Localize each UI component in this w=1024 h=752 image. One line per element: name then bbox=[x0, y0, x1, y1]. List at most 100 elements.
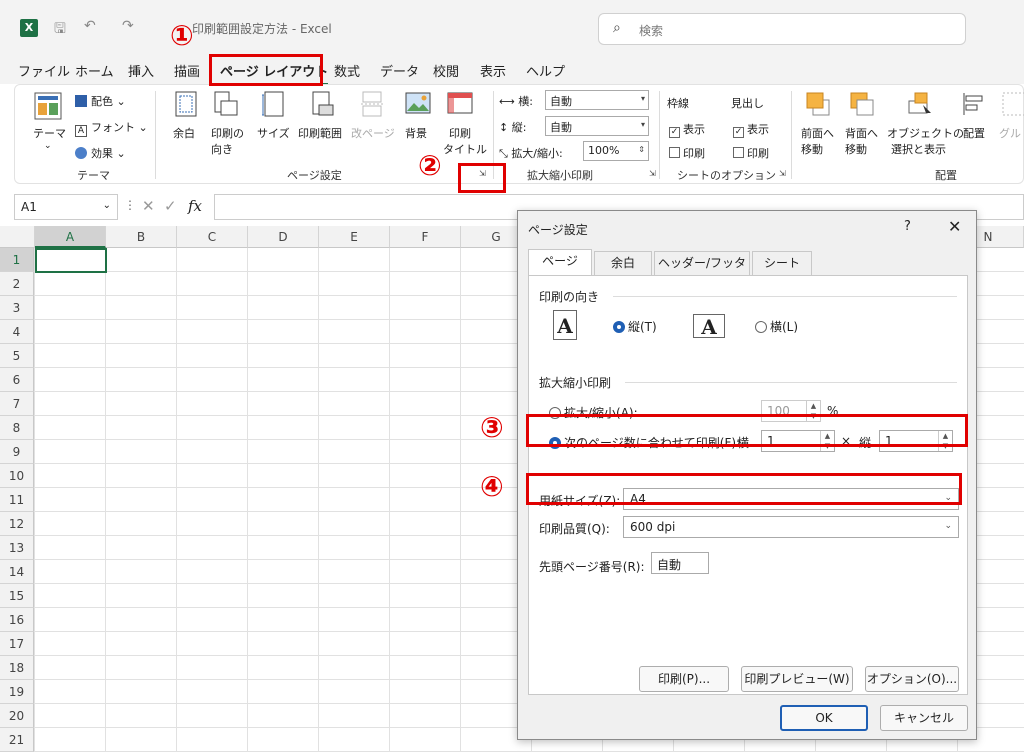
annotation-box-page-layout bbox=[209, 54, 323, 86]
print-preview-button[interactable]: 印刷プレビュー(W) bbox=[741, 666, 853, 692]
tab-view[interactable]: 表示 bbox=[480, 61, 506, 80]
undo-icon[interactable]: ↶ bbox=[84, 18, 96, 34]
row-header[interactable]: 1 bbox=[0, 248, 34, 272]
tab-page[interactable]: ページ bbox=[528, 249, 592, 276]
row-header[interactable]: 21 bbox=[0, 728, 34, 752]
ribbon-tabs: ファイル ホーム 挿入 描画 ページ レイアウト 数式 データ 校閲 表示 ヘル… bbox=[0, 54, 1024, 86]
send-backward-button[interactable]: 背面へ bbox=[845, 125, 878, 141]
effects-button[interactable]: 効果 ⌄ bbox=[75, 145, 126, 161]
scale-spinner[interactable]: 100% ⇕ bbox=[583, 141, 649, 161]
print-titles-button[interactable]: 印刷 bbox=[449, 125, 471, 141]
sheet-options-group-label: シートのオプション bbox=[677, 169, 776, 182]
fonts-button[interactable]: A フォント ⌄ bbox=[75, 119, 148, 137]
name-box[interactable]: A1 ⌄ bbox=[14, 194, 118, 220]
cancel-button[interactable]: キャンセル bbox=[880, 705, 968, 731]
print-quality-dropdown[interactable]: 600 dpi ⌄ bbox=[623, 516, 959, 538]
row-header[interactable]: 10 bbox=[0, 464, 34, 488]
tab-sheet[interactable]: シート bbox=[752, 251, 812, 275]
headings-view-checkbox[interactable]: ✓ 表示 bbox=[733, 121, 769, 138]
help-icon[interactable]: ? bbox=[904, 219, 911, 234]
tab-insert[interactable]: 挿入 bbox=[128, 61, 154, 80]
select-all-corner[interactable] bbox=[0, 226, 35, 248]
row-header[interactable]: 13 bbox=[0, 536, 34, 560]
column-header-e[interactable]: E bbox=[319, 226, 390, 248]
column-header-f[interactable]: F bbox=[390, 226, 461, 248]
row-header[interactable]: 20 bbox=[0, 704, 34, 728]
gridlines-print-checkbox[interactable]: 印刷 bbox=[669, 145, 705, 161]
page-setup-group-label: ページ設定 bbox=[287, 169, 342, 182]
tab-margins[interactable]: 余白 bbox=[594, 251, 652, 275]
headings-print-checkbox[interactable]: 印刷 bbox=[733, 145, 769, 161]
send-backward-label-line2: 移動 bbox=[845, 143, 867, 156]
tab-help[interactable]: ヘルプ bbox=[526, 61, 565, 80]
tab-formulas[interactable]: 数式 bbox=[334, 61, 360, 80]
annotation-number-1: ① bbox=[170, 19, 194, 52]
print-button[interactable]: 印刷(P)... bbox=[639, 666, 729, 692]
size-button[interactable]: サイズ bbox=[257, 125, 290, 141]
breaks-button[interactable]: 改ページ bbox=[351, 125, 395, 141]
row-header[interactable]: 4 bbox=[0, 320, 34, 344]
row-header[interactable]: 19 bbox=[0, 680, 34, 704]
row-header[interactable]: 3 bbox=[0, 296, 34, 320]
sheet-options-launcher-icon[interactable]: ⇲ bbox=[779, 169, 786, 178]
tab-draw[interactable]: 描画 bbox=[174, 61, 200, 80]
selection-pane-button[interactable]: オブジェクトの bbox=[887, 125, 964, 141]
save-icon[interactable]: 🖫 bbox=[54, 18, 66, 42]
search-icon: ⌕ bbox=[613, 20, 621, 36]
insert-function-icon[interactable]: fx bbox=[188, 197, 202, 215]
cancel-icon[interactable]: ✕ bbox=[142, 197, 155, 215]
redo-icon[interactable]: ↷ bbox=[122, 18, 134, 34]
tab-home[interactable]: ホーム bbox=[75, 61, 114, 80]
align-button[interactable]: 配置 bbox=[963, 125, 985, 141]
orientation-section-label: 印刷の向き bbox=[539, 290, 600, 304]
bring-forward-button[interactable]: 前面へ bbox=[801, 125, 834, 141]
tab-review[interactable]: 校閲 bbox=[433, 61, 459, 80]
ok-button[interactable]: OK bbox=[780, 705, 868, 731]
close-icon[interactable]: ✕ bbox=[948, 217, 961, 236]
column-header-d[interactable]: D bbox=[248, 226, 319, 248]
gridlines-view-checkbox[interactable]: ✓ 表示 bbox=[669, 121, 705, 138]
scale-launcher-icon[interactable]: ⇲ bbox=[649, 169, 656, 178]
chevron-down-icon: ⌄ bbox=[944, 521, 952, 531]
bring-forward-icon bbox=[806, 92, 830, 116]
row-header[interactable]: 14 bbox=[0, 560, 34, 584]
tab-file[interactable]: ファイル bbox=[18, 61, 70, 80]
row-header[interactable]: 5 bbox=[0, 344, 34, 368]
row-header[interactable]: 9 bbox=[0, 440, 34, 464]
print-area-button[interactable]: 印刷範囲 bbox=[298, 125, 342, 141]
background-button[interactable]: 背景 bbox=[405, 125, 427, 141]
row-header[interactable]: 12 bbox=[0, 512, 34, 536]
row-header[interactable]: 2 bbox=[0, 272, 34, 296]
row-header[interactable]: 16 bbox=[0, 608, 34, 632]
row-header[interactable]: 17 bbox=[0, 632, 34, 656]
active-cell[interactable] bbox=[35, 248, 107, 273]
orientation-button[interactable]: 印刷の bbox=[211, 125, 244, 141]
first-page-number-input[interactable]: 自動 bbox=[651, 552, 709, 574]
bring-forward-label-line2: 移動 bbox=[801, 143, 823, 156]
themes-button[interactable]: テーマ bbox=[33, 125, 66, 141]
row-header[interactable]: 8 bbox=[0, 416, 34, 440]
portrait-radio[interactable]: 縦(T) bbox=[613, 318, 657, 335]
width-dropdown[interactable]: 自動 ▾ bbox=[545, 90, 649, 110]
column-header-b[interactable]: B bbox=[106, 226, 177, 248]
column-header-c[interactable]: C bbox=[177, 226, 248, 248]
options-button[interactable]: オプション(O)... bbox=[865, 666, 959, 692]
tab-header-footer[interactable]: ヘッダー/フッター bbox=[654, 251, 750, 292]
search-input[interactable]: ⌕ 検索 bbox=[598, 13, 966, 45]
check-icon: ✓ bbox=[733, 127, 744, 138]
row-header[interactable]: 11 bbox=[0, 488, 34, 512]
tab-data[interactable]: データ bbox=[380, 61, 419, 80]
row-header[interactable]: 7 bbox=[0, 392, 34, 416]
group-divider bbox=[155, 91, 156, 179]
enter-icon[interactable]: ✓ bbox=[164, 197, 177, 215]
row-header[interactable]: 15 bbox=[0, 584, 34, 608]
row-header[interactable]: 6 bbox=[0, 368, 34, 392]
fonts-icon: A bbox=[75, 125, 87, 137]
colors-button[interactable]: 配色 ⌄ bbox=[75, 93, 126, 109]
margins-button[interactable]: 余白 bbox=[173, 125, 195, 141]
height-dropdown[interactable]: 自動 ▾ bbox=[545, 116, 649, 136]
row-header[interactable]: 18 bbox=[0, 656, 34, 680]
group-button[interactable]: グル bbox=[999, 125, 1021, 141]
landscape-radio[interactable]: 横(L) bbox=[755, 318, 798, 335]
column-header-a[interactable]: A bbox=[35, 226, 106, 248]
